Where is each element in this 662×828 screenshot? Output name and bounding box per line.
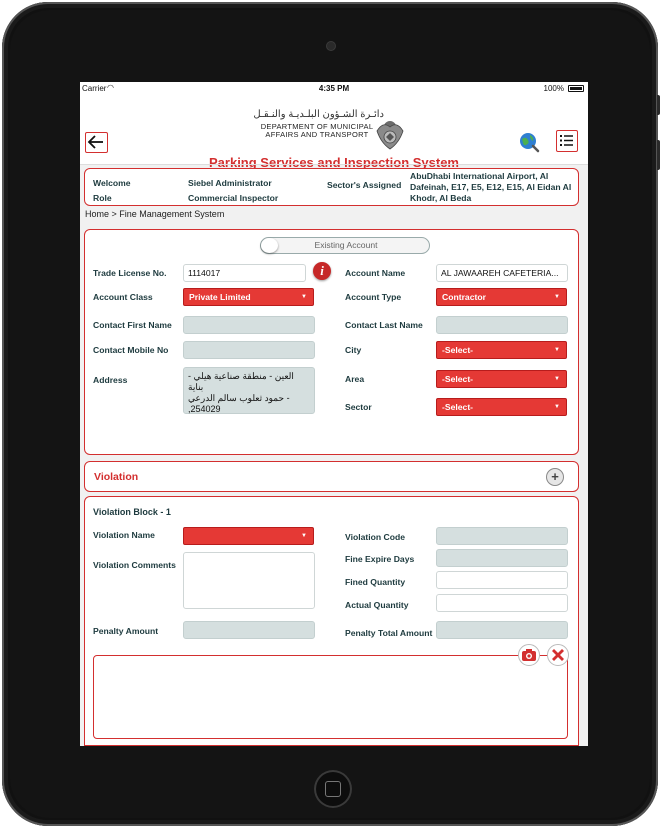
status-bar: Carrier ◠ 4:35 PM 100%: [80, 82, 588, 95]
info-icon[interactable]: i: [313, 262, 331, 280]
city-value: -Select-: [442, 345, 474, 355]
sector-label: Sector: [345, 402, 372, 412]
account-name-label: Account Name: [345, 268, 406, 278]
actual-quantity-label: Actual Quantity: [345, 600, 409, 610]
front-camera: [327, 42, 335, 50]
globe-search-icon[interactable]: [518, 131, 540, 153]
camera-icon: [522, 649, 536, 661]
area-value: -Select-: [442, 374, 474, 384]
account-type-value: Contractor: [442, 292, 486, 302]
contact-mobile-label: Contact Mobile No: [93, 345, 169, 355]
account-name-input[interactable]: AL JAWAAREH CAFETERIA...: [436, 264, 568, 282]
penalty-total-label: Penalty Total Amount: [345, 628, 433, 638]
fined-quantity-label: Fined Quantity: [345, 577, 406, 587]
chevron-down-icon: ▼: [301, 533, 307, 539]
chevron-down-icon: ▼: [554, 376, 560, 382]
trade-license-label: Trade License No.: [93, 268, 167, 278]
app-header: دائـرة الشـؤون البلـديـة والنـقـل DEPART…: [80, 95, 588, 170]
account-class-select[interactable]: Private Limited ▼: [183, 288, 314, 306]
violation-name-label: Violation Name: [93, 530, 155, 540]
violation-section-title: Violation: [94, 471, 139, 483]
sector-value: -Select-: [442, 402, 474, 412]
account-type-label: Account Type: [345, 292, 402, 302]
welcome-value: Siebel Administrator: [188, 178, 272, 188]
role-label: Role: [93, 193, 112, 203]
remove-button[interactable]: [547, 644, 569, 666]
back-button[interactable]: [85, 132, 108, 153]
chevron-down-icon: ▼: [301, 294, 307, 300]
area-select[interactable]: -Select- ▼: [436, 370, 567, 388]
violation-comments-label: Violation Comments: [93, 560, 176, 570]
fine-expire-days-label: Fine Expire Days: [345, 554, 415, 564]
sectors-value: AbuDhabi International Airport, Al Dafei…: [410, 171, 572, 203]
existing-account-toggle[interactable]: Existing Account: [260, 237, 430, 254]
penalty-amount-label: Penalty Amount: [93, 626, 159, 636]
header-divider: [80, 164, 588, 165]
address-line3: ,254029: [188, 404, 221, 414]
trade-license-input[interactable]: 1114017: [183, 264, 306, 282]
menu-button[interactable]: [556, 130, 578, 152]
chevron-down-icon: ▼: [554, 294, 560, 300]
actual-quantity-input[interactable]: [436, 594, 568, 612]
sector-select[interactable]: -Select- ▼: [436, 398, 567, 416]
contact-last-name-input[interactable]: [436, 316, 568, 334]
breadcrumb[interactable]: Home > Fine Management System: [85, 209, 224, 219]
contact-last-name-label: Contact Last Name: [345, 320, 423, 330]
list-menu-icon: [560, 135, 573, 146]
account-type-select[interactable]: Contractor ▼: [436, 288, 567, 306]
contact-mobile-input[interactable]: [183, 341, 315, 359]
fine-expire-days-input[interactable]: [436, 549, 568, 567]
org-name-english: DEPARTMENT OF MUNICIPAL AFFAIRS AND TRAN…: [252, 123, 382, 139]
role-value: Commercial Inspector: [188, 193, 279, 203]
org-name-arabic: دائـرة الشـؤون البلـديـة والنـقـل: [253, 109, 384, 120]
area-label: Area: [345, 374, 365, 384]
falcon-emblem-icon: [376, 121, 404, 150]
violation-name-select[interactable]: ▼: [183, 527, 314, 545]
violation-code-label: Violation Code: [345, 532, 406, 542]
account-class-value: Private Limited: [189, 292, 251, 302]
welcome-label: Welcome: [93, 178, 131, 188]
contact-first-name-input[interactable]: [183, 316, 315, 334]
contact-first-name-label: Contact First Name: [93, 320, 172, 330]
org-name-line2: AFFAIRS AND TRANSPORT: [265, 130, 369, 139]
address-label: Address: [93, 375, 128, 385]
address-textarea[interactable]: العين - منطقة صناعية هيلي - بناية - حمود…: [183, 367, 315, 414]
add-violation-icon[interactable]: +: [546, 468, 564, 486]
side-button-top: [657, 95, 660, 115]
penalty-amount-input[interactable]: [183, 621, 315, 639]
side-button-volume: [657, 140, 660, 170]
back-arrow-icon: [87, 135, 103, 149]
city-label: City: [345, 345, 362, 355]
battery-percent: 100%: [543, 84, 564, 93]
account-class-label: Account Class: [93, 292, 153, 302]
violation-comments-textarea[interactable]: [183, 552, 315, 609]
sectors-label: Sector's Assigned: [327, 180, 402, 190]
user-info-card: Welcome Siebel Administrator Role Commer…: [84, 168, 579, 206]
fined-quantity-input[interactable]: [436, 571, 568, 589]
existing-account-label: Existing Account: [314, 240, 378, 250]
camera-button[interactable]: [518, 644, 540, 666]
close-icon: [552, 649, 564, 661]
chevron-down-icon: ▼: [554, 347, 560, 353]
home-button[interactable]: [314, 770, 352, 808]
violation-section-header[interactable]: [84, 461, 579, 492]
violation-code-input[interactable]: [436, 527, 568, 545]
penalty-total-input[interactable]: [436, 621, 568, 639]
photo-attachment-area[interactable]: [93, 655, 568, 739]
city-select[interactable]: -Select- ▼: [436, 341, 567, 359]
toggle-knob: [261, 238, 278, 253]
chevron-down-icon: ▼: [554, 404, 560, 410]
battery-icon: [568, 85, 584, 92]
address-line1: العين - منطقة صناعية هيلي - بناية: [188, 371, 294, 392]
status-time: 4:35 PM: [318, 84, 350, 93]
address-line2: - حمود ثعلوب سالم الدرعي: [188, 393, 290, 403]
app-screen: Carrier ◠ 4:35 PM 100% دائـرة الشـؤون ال…: [80, 82, 588, 746]
violation-block-title: Violation Block - 1: [93, 507, 171, 517]
